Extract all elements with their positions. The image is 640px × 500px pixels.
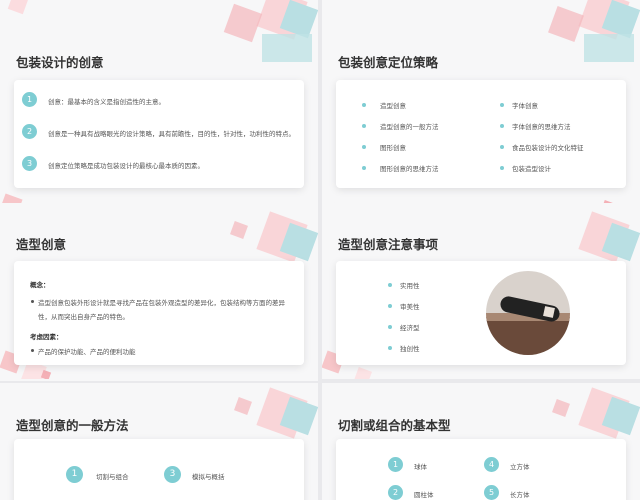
list-item: 字体创意的思维方法 (512, 123, 571, 131)
content-card: 概念： 造型创意包装外形设计就是寻找产品在包装外观造型的差异化，包装结构等方面的… (14, 261, 304, 365)
bullet-dot (31, 300, 34, 303)
step-text: 球体 (414, 463, 427, 471)
content-card: 实用性 审美性 经济型 独创性 (336, 261, 626, 365)
concept-text: 造型创意包装外形设计就是寻找产品在包装外观造型的差异化，包装结构等方面的差异 (38, 299, 285, 307)
bullet-dot (500, 103, 504, 107)
slide-title: 切割或组合的基本型 (338, 418, 451, 433)
bullet-dot (388, 304, 392, 308)
slide-4[interactable]: 造型创意注意事项 实用性 审美性 经济型 独创性 (322, 203, 640, 379)
deco-shape (552, 399, 570, 417)
step-number: 1 (388, 457, 403, 472)
list-item: 造型创意 (380, 102, 406, 110)
list-item: 食品包装设计的文化特征 (512, 144, 584, 152)
content-card: 1 切割与组合 3 模拟与概括 (14, 439, 304, 500)
slide-title: 造型创意的一般方法 (16, 418, 129, 433)
bullet-dot (362, 124, 366, 128)
list-item: 图形创意的思维方法 (380, 165, 439, 173)
slide-3-body[interactable]: 造型创意 概念： 造型创意包装外形设计就是寻找产品在包装外观造型的差异化，包装结… (0, 203, 318, 379)
step-text: 切割与组合 (96, 473, 129, 481)
list-item: 造型创意的一般方法 (380, 123, 439, 131)
slide-5[interactable]: 造型创意的一般方法 1 切割与组合 3 模拟与概括 (0, 383, 318, 500)
slide-title: 包装创意定位策略 (338, 55, 439, 70)
list-item: 包装造型设计 (512, 165, 551, 173)
deco-shape (234, 397, 252, 415)
bullet-dot (500, 166, 504, 170)
deco-shape (548, 6, 584, 42)
bullet-dot (362, 166, 366, 170)
bullet-dot (500, 124, 504, 128)
slide-6[interactable]: 切割或组合的基本型 1 球体 4 立方体 2 圆柱体 5 长方体 (322, 383, 640, 500)
deco-shape (354, 367, 372, 379)
deco-shape (7, 0, 29, 15)
step-number: 3 (22, 156, 37, 171)
deco-shape (584, 34, 634, 62)
step-number: 4 (484, 457, 499, 472)
list-item: 经济型 (400, 324, 420, 332)
deco-shape (223, 3, 263, 43)
content-card: 1 球体 4 立方体 2 圆柱体 5 长方体 (336, 439, 626, 500)
step-number: 2 (22, 124, 37, 139)
step-text: 模拟与概括 (192, 473, 225, 481)
bullet-dot (362, 103, 366, 107)
step-number: 2 (388, 485, 403, 500)
step-text: 立方体 (510, 463, 530, 471)
slide-title: 造型创意注意事项 (338, 237, 439, 252)
slide-title: 造型创意 (16, 237, 67, 252)
concept-label: 概念： (30, 281, 50, 289)
step-number: 1 (66, 466, 83, 483)
bullet-dot (500, 145, 504, 149)
bullet-dot (362, 145, 366, 149)
list-item: 字体创意 (512, 102, 538, 110)
concept-text: 性，从而突出自身产品的特色。 (38, 313, 129, 321)
step-number: 5 (484, 485, 499, 500)
list-item: 审美性 (400, 303, 420, 311)
step-text: 创意：最基本的含义是指创造性的主意。 (48, 98, 165, 106)
list-item: 实用性 (400, 282, 420, 290)
content-card: 造型创意 造型创意的一般方法 图形创意 图形创意的思维方法 字体创意 字体创意的… (336, 80, 626, 188)
step-text: 创意定位策略是成功包装设计的最核心最本质的因素。 (48, 162, 204, 170)
deco-shape (230, 221, 248, 239)
list-item: 独创性 (400, 345, 420, 353)
step-text: 长方体 (510, 491, 530, 499)
factors-label: 考虑因素： (30, 333, 63, 341)
bullet-dot (388, 283, 392, 287)
step-text: 圆柱体 (414, 491, 434, 499)
step-text: 创意是一种具有战略眼光的设计策略，具有前瞻性，目的性，针对性，功利性的特点。 (48, 130, 295, 138)
list-item: 图形创意 (380, 144, 406, 152)
bottle-photo (486, 271, 570, 355)
step-number: 1 (22, 92, 37, 107)
deco-shape (262, 34, 312, 62)
content-card: 1 创意：最基本的含义是指创造性的主意。 2 创意是一种具有战略眼光的设计策略，… (14, 80, 304, 188)
bullet-dot (388, 346, 392, 350)
bullet-dot (388, 325, 392, 329)
bullet-dot (31, 349, 34, 352)
factors-text: 产品的保护功能、产品的便利功能 (38, 348, 136, 356)
step-number: 3 (164, 466, 181, 483)
deco-shape (40, 369, 52, 379)
slide-title: 包装设计的创意 (16, 55, 104, 70)
